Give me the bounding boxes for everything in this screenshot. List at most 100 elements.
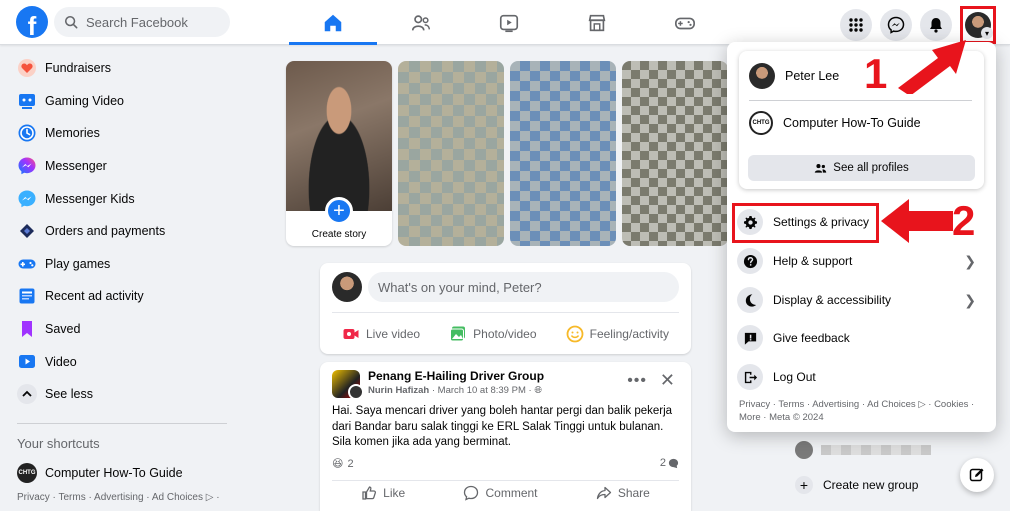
create-new-group-button[interactable]: + Create new group (795, 476, 918, 494)
comment-count[interactable]: 2 (660, 457, 679, 469)
divider (332, 312, 679, 313)
logout-icon (737, 364, 763, 390)
tab-home[interactable] (289, 0, 377, 45)
post-composer: What's on your mind, Peter? Live video P… (320, 263, 691, 354)
comment-icon (464, 485, 479, 501)
sidebar-item-label: Saved (45, 322, 81, 337)
story-card[interactable] (622, 61, 728, 246)
story-card[interactable] (398, 61, 504, 246)
sidebar-item-label: Recent ad activity (45, 289, 144, 304)
comment-label: Comment (485, 486, 538, 500)
settings-highlight-box (732, 203, 879, 243)
close-icon[interactable]: ✕ (660, 370, 675, 391)
live-video-button[interactable]: Live video (332, 325, 430, 343)
share-button[interactable]: Share (596, 485, 650, 501)
tab-marketplace[interactable] (553, 0, 641, 45)
arrow-pointer-2 (881, 199, 953, 243)
sidebar-item-fundraisers[interactable]: Fundraisers (8, 52, 228, 85)
search-input[interactable] (86, 14, 216, 30)
reaction-count: 2 (347, 457, 354, 470)
sidebar-item-orders[interactable]: Orders and payments (8, 215, 228, 248)
post-actions: Like Comment Share (332, 485, 679, 501)
gaming-video-icon (17, 91, 37, 111)
home-icon (324, 14, 342, 31)
contact-item[interactable] (795, 441, 931, 459)
globe-icon: 🌐︎ (534, 385, 542, 396)
create-story-card[interactable]: + Create story (286, 61, 392, 246)
saved-icon (17, 319, 37, 339)
chevron-up-icon (17, 384, 37, 405)
thumbs-up-icon (362, 486, 377, 500)
feed-post: Penang E-Hailing Driver Group Nurin Hafi… (320, 362, 691, 511)
divider (332, 480, 679, 481)
comment-count-value: 2 (659, 457, 666, 469)
post-meta: Nurin Hafizah · March 10 at 8:39 PM · 🌐︎ (368, 385, 542, 396)
ad-activity-icon (17, 286, 37, 306)
chevron-right-icon: ❯ (964, 292, 976, 308)
help-icon (737, 248, 763, 274)
menu-help-support[interactable]: Help & support ❯ (737, 248, 982, 274)
like-label: Like (383, 486, 406, 500)
live-video-label: Live video (366, 327, 421, 341)
post-group-name[interactable]: Penang E-Hailing Driver Group (368, 369, 544, 383)
feeling-activity-button[interactable]: Feeling/activity (556, 325, 679, 343)
search-icon (64, 15, 78, 29)
plus-icon: + (795, 476, 813, 494)
reactions[interactable]: 😆 2 (332, 457, 354, 471)
sidebar-item-gaming-video[interactable]: Gaming Video (8, 85, 228, 118)
sidebar-divider (17, 422, 227, 424)
sidebar-item-messenger[interactable]: Messenger (8, 150, 228, 183)
sidebar-item-label: Orders and payments (45, 224, 166, 239)
profile-peter-lee[interactable]: Peter Lee (749, 63, 839, 89)
profile-name: Peter Lee (785, 69, 840, 83)
like-button[interactable]: Like (361, 485, 405, 501)
search-box[interactable] (54, 7, 230, 37)
step-number-1: 1 (864, 50, 888, 97)
sidebar-item-label: Messenger (45, 159, 107, 174)
new-message-button[interactable] (960, 458, 994, 492)
menu-grid-button[interactable] (840, 9, 872, 41)
comment-button[interactable]: Comment (463, 485, 538, 501)
tab-gaming[interactable] (641, 0, 729, 45)
footer-links[interactable]: Privacy · Terms · Advertising · Ad Choic… (17, 492, 220, 503)
video-icon (499, 14, 519, 32)
chtg-logo-icon: CHTG (17, 462, 37, 483)
sidebar-item-ad-activity[interactable]: Recent ad activity (8, 280, 228, 313)
menu-log-out[interactable]: Log Out (737, 364, 982, 390)
sidebar-item-video[interactable]: Video (8, 345, 228, 378)
sidebar-item-play-games[interactable]: Play games (8, 248, 228, 281)
post-text: Hai. Saya mencari driver yang boleh hant… (332, 405, 673, 448)
profile-computer-how-to-guide[interactable]: CHTG Computer How-To Guide (749, 111, 921, 135)
sidebar-item-saved[interactable]: Saved (8, 313, 228, 346)
photo-video-button[interactable]: Photo/video (439, 325, 546, 343)
compose-icon (969, 468, 984, 482)
post-author[interactable]: Nurin Hafizah (368, 385, 429, 396)
more-options-icon[interactable]: ••• (627, 372, 647, 390)
post-time[interactable]: · March 10 at 8:39 PM · (429, 385, 534, 396)
tab-video[interactable] (465, 0, 553, 45)
facebook-logo-icon[interactable]: f (16, 6, 48, 38)
avatar (795, 441, 813, 459)
sidebar-item-label: See less (45, 387, 93, 402)
author-avatar[interactable] (348, 384, 364, 400)
story-card[interactable] (510, 61, 616, 246)
shortcuts-title: Your shortcuts (17, 435, 100, 451)
sidebar-item-see-less[interactable]: See less (8, 378, 228, 411)
menu-label: Display & accessibility (773, 293, 892, 307)
sidebar-item-memories[interactable]: Memories (8, 117, 228, 150)
chevron-down-icon: ▾ (981, 27, 993, 39)
composer-input[interactable]: What's on your mind, Peter? (368, 272, 679, 302)
shortcut-computer-how-to-guide[interactable]: CHTG Computer How-To Guide (8, 457, 228, 490)
sidebar-item-messenger-kids[interactable]: Messenger Kids (8, 182, 228, 215)
see-all-profiles-button[interactable]: See all profiles (748, 155, 975, 181)
arrow-pointer-1 (898, 40, 966, 94)
create-group-label: Create new group (823, 478, 919, 492)
tab-friends[interactable] (377, 0, 465, 45)
menu-give-feedback[interactable]: Give feedback (737, 325, 982, 351)
sidebar-item-label: Play games (45, 256, 111, 271)
comment-bubble-icon (668, 458, 679, 468)
chevron-right-icon: ❯ (964, 253, 976, 269)
menu-display-accessibility[interactable]: Display & accessibility ❯ (737, 287, 982, 313)
dropdown-footer-links[interactable]: Privacy · Terms · Advertising · Ad Choic… (739, 399, 979, 424)
avatar[interactable] (332, 272, 362, 302)
